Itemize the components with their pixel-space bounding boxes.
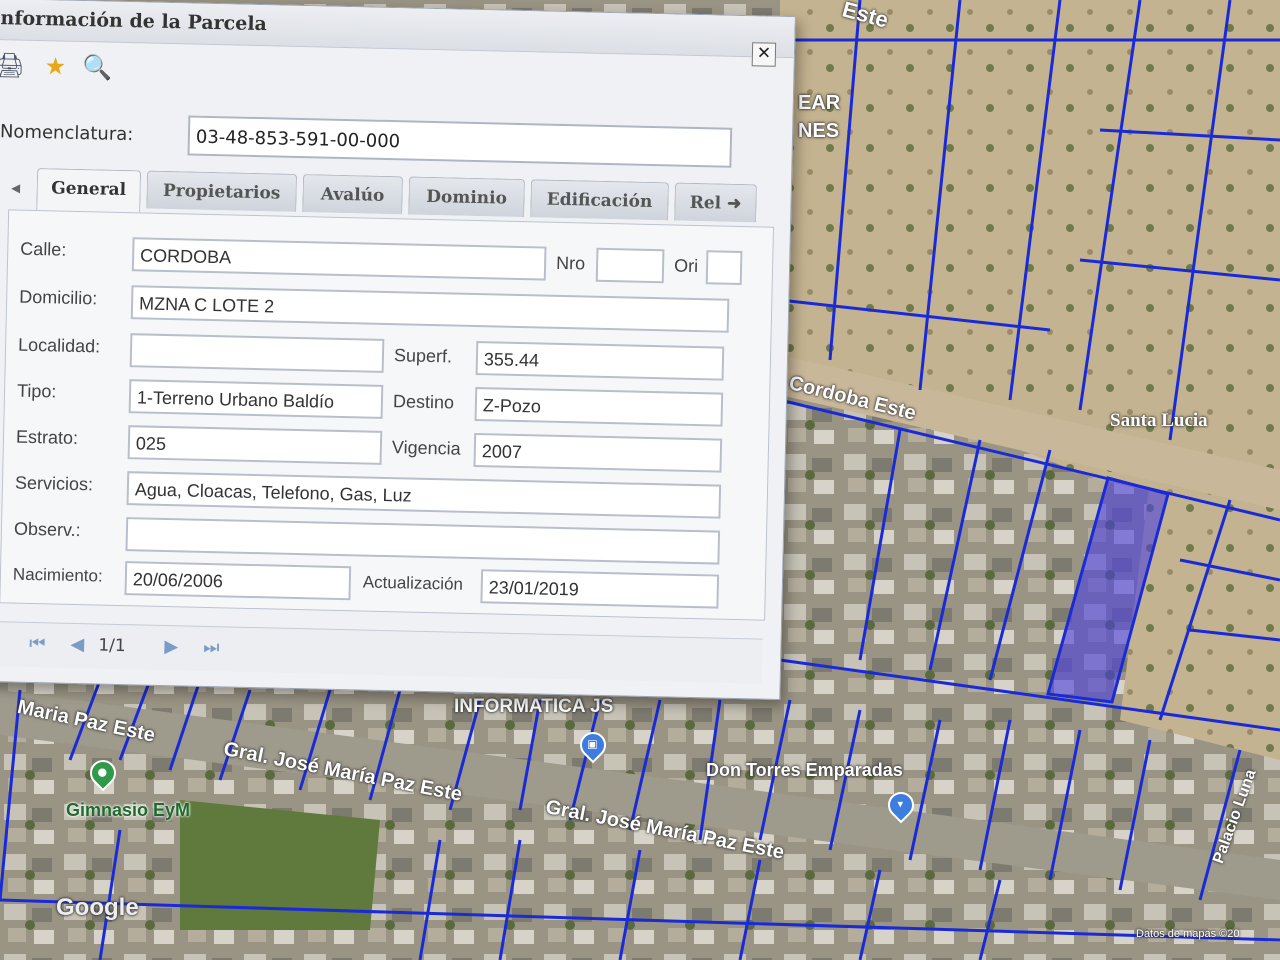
tab-avaluo[interactable]: Avalúo	[302, 174, 404, 215]
observ-field[interactable]	[125, 517, 721, 565]
actualizacion-field[interactable]: 23/01/2019	[480, 569, 720, 609]
map-label-ear: EAR	[798, 92, 841, 114]
tipo-field[interactable]: 1-Terreno Urbano Baldío	[128, 379, 384, 419]
parcel-info-dialog: nformación de la Parcela ✕ 🖨 ★ 🔍 Nomencl…	[0, 0, 796, 701]
dialog-toolbar: 🖨 ★ 🔍	[0, 47, 794, 105]
domicilio-label: Domicilio:	[19, 286, 98, 309]
print-icon[interactable]: 🖨	[0, 49, 26, 82]
calle-label: Calle:	[20, 238, 67, 260]
nro-field[interactable]	[595, 247, 665, 284]
nacimiento-field[interactable]: 20/06/2006	[124, 561, 352, 601]
first-page-icon[interactable]: ⏮	[26, 633, 48, 655]
observ-label: Observ.:	[13, 518, 81, 541]
vigencia-label: Vigencia	[391, 437, 461, 459]
nro-label: Nro	[555, 252, 586, 274]
nacimiento-label: Nacimiento:	[12, 564, 103, 586]
superf-label: Superf.	[393, 345, 453, 367]
superf-field[interactable]: 355.44	[475, 341, 725, 381]
tab-edificacion[interactable]: Edificación	[530, 179, 669, 221]
tipo-label: Tipo:	[16, 380, 57, 402]
map-label-informatica: INFORMATICA JS	[454, 696, 614, 717]
map-attribution[interactable]: Datos de mapas ©20	[1136, 928, 1240, 940]
tab-dominio[interactable]: Dominio	[408, 176, 526, 218]
actualizacion-label: Actualización	[362, 572, 464, 594]
map-label-santa-lucia: Santa Lucia	[1110, 410, 1208, 431]
tab-scroll-left-icon[interactable]: ◂	[0, 173, 31, 204]
servicios-field[interactable]: Agua, Cloacas, Telefono, Gas, Luz	[126, 471, 722, 519]
tab-rel-label: Rel	[689, 192, 722, 214]
search-icon[interactable]: 🔍	[81, 51, 114, 84]
map-label-gimnasio: Gimnasio EyM	[66, 800, 191, 820]
calle-field[interactable]: CORDOBA	[131, 237, 547, 281]
localidad-field[interactable]	[129, 333, 385, 373]
tab-general[interactable]: General	[36, 168, 142, 213]
nomenclatura-field[interactable]: 03-48-853-591-00-000	[187, 115, 733, 168]
nomenclatura-label: Nomenclatura:	[0, 121, 134, 146]
ori-label: Ori	[673, 255, 699, 277]
domicilio-field[interactable]: MZNA C LOTE 2	[130, 285, 730, 333]
destino-field[interactable]: Z-Pozo	[474, 387, 724, 427]
tab-rel[interactable]: Rel ➜	[674, 182, 757, 223]
map-label-don-torres: Don Torres Emparadas	[706, 760, 903, 780]
vigencia-field[interactable]: 2007	[473, 433, 723, 473]
map-label-nes: NES	[798, 120, 840, 142]
ori-field[interactable]	[705, 250, 743, 286]
star-icon[interactable]: ★	[39, 50, 72, 83]
record-pager: ⏮ ◀ 1/1 ▶ ⏭	[0, 621, 763, 684]
estrato-field[interactable]: 025	[127, 425, 383, 465]
next-page-icon[interactable]: ▶	[160, 636, 182, 658]
general-panel: Calle: CORDOBA Nro Ori Domicilio: MZNA C…	[0, 209, 775, 621]
dialog-title: nformación de la Parcela	[0, 7, 268, 36]
estrato-label: Estrato:	[15, 426, 79, 449]
tab-scroll-right-icon[interactable]: ➜	[727, 194, 742, 214]
servicios-label: Servicios:	[14, 472, 94, 495]
last-page-icon[interactable]: ⏭	[200, 637, 222, 659]
tab-propietarios[interactable]: Propietarios	[146, 170, 298, 212]
localidad-label: Localidad:	[17, 334, 101, 357]
close-button[interactable]: ✕	[751, 42, 777, 67]
page-indicator: 1/1	[98, 635, 126, 657]
google-logo: Google	[56, 894, 139, 921]
prev-page-icon[interactable]: ◀	[66, 634, 88, 656]
destino-label: Destino	[392, 391, 455, 413]
